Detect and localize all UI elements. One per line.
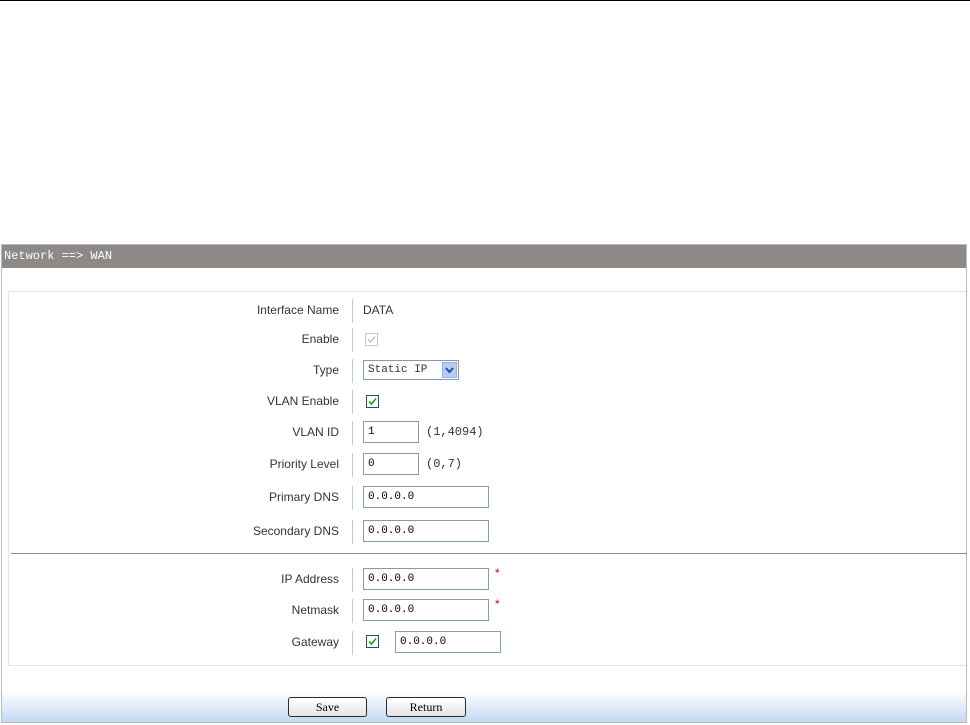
row-vlan-id: VLAN ID 1 (1,4094) xyxy=(9,421,967,445)
row-priority-level: Priority Level 0 (0,7) xyxy=(9,453,967,477)
row-divider xyxy=(352,421,353,445)
row-netmask: Netmask 0.0.0.0 * xyxy=(9,597,967,623)
ip-address-label: IP Address xyxy=(281,572,339,586)
gateway-label: Gateway xyxy=(291,635,339,649)
type-select[interactable]: Static IP xyxy=(363,360,459,380)
check-icon xyxy=(367,335,376,344)
row-enable: Enable xyxy=(9,328,967,352)
row-interface-name: Interface Name DATA xyxy=(9,299,967,323)
row-divider xyxy=(352,299,353,323)
row-primary-dns: Primary DNS 0.0.0.0 xyxy=(9,486,967,510)
check-icon xyxy=(368,397,377,406)
vlan-id-input[interactable]: 1 xyxy=(363,421,419,443)
secondary-dns-label: Secondary DNS xyxy=(252,524,339,538)
vlan-id-range-hint: (1,4094) xyxy=(426,425,484,439)
row-secondary-dns: Secondary DNS 0.0.0.0 xyxy=(9,520,967,544)
interface-name-value: DATA xyxy=(363,303,394,317)
vlan-enable-label: VLAN Enable xyxy=(266,394,339,408)
netmask-label: Netmask xyxy=(291,603,339,617)
row-divider xyxy=(352,599,353,623)
priority-level-range-hint: (0,7) xyxy=(426,457,463,471)
gateway-checkbox[interactable] xyxy=(366,635,379,648)
row-divider xyxy=(352,390,353,414)
button-bar: Save Return xyxy=(2,691,966,722)
type-select-value: Static IP xyxy=(368,364,428,376)
row-divider xyxy=(352,328,353,352)
page-title: Network ==> WAN xyxy=(2,245,966,268)
row-divider xyxy=(352,359,353,383)
priority-level-input[interactable]: 0 xyxy=(363,453,419,475)
section-separator xyxy=(11,553,967,554)
interface-name-label: Interface Name xyxy=(256,303,339,317)
enable-checkbox[interactable] xyxy=(365,333,378,346)
enable-label: Enable xyxy=(301,332,339,346)
vlan-id-label: VLAN ID xyxy=(292,425,339,439)
row-divider xyxy=(352,453,353,477)
row-divider xyxy=(352,631,353,655)
return-button[interactable]: Return xyxy=(386,697,466,717)
row-divider xyxy=(352,568,353,592)
secondary-dns-input[interactable]: 0.0.0.0 xyxy=(363,520,489,542)
form-area: Interface Name DATA Enable Type Static I… xyxy=(8,291,967,666)
top-rule xyxy=(0,0,970,1)
wan-settings-panel: Network ==> WAN Interface Name DATA Enab… xyxy=(1,244,967,723)
check-icon xyxy=(368,637,377,646)
row-vlan-enable: VLAN Enable xyxy=(9,390,967,414)
row-gateway: Gateway 0.0.0.0 xyxy=(9,631,967,655)
ip-address-input[interactable]: 0.0.0.0 xyxy=(363,568,489,590)
required-asterisk: * xyxy=(495,566,500,580)
type-label: Type xyxy=(312,363,339,377)
row-ip-address: IP Address 0.0.0.0 * xyxy=(9,566,967,592)
row-type: Type Static IP xyxy=(9,359,967,383)
priority-level-label: Priority Level xyxy=(269,457,339,471)
vlan-enable-checkbox[interactable] xyxy=(366,395,379,408)
chevron-down-icon[interactable] xyxy=(442,362,457,378)
save-button[interactable]: Save xyxy=(288,697,367,717)
primary-dns-label: Primary DNS xyxy=(268,490,339,504)
netmask-input[interactable]: 0.0.0.0 xyxy=(363,599,489,621)
primary-dns-input[interactable]: 0.0.0.0 xyxy=(363,486,489,508)
row-divider xyxy=(352,520,353,544)
gateway-input[interactable]: 0.0.0.0 xyxy=(395,631,501,653)
required-asterisk: * xyxy=(495,597,500,611)
row-divider xyxy=(352,486,353,510)
